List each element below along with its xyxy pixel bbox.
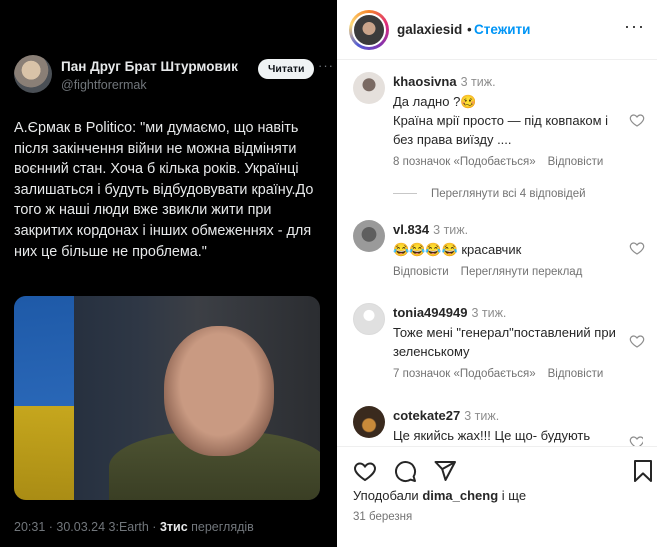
liked-by-text: Уподобали dima_cheng і ще: [353, 488, 526, 503]
comment-item: cotekate27 3 тиж. Це якийсь жах!!! Це що-…: [353, 406, 643, 446]
tweet-image: Пан Друг Брат Штурмовик @fightforermak Ч…: [0, 0, 337, 547]
separator-dot: •: [467, 22, 472, 37]
translate-link[interactable]: Переглянути переклад: [461, 266, 583, 278]
comment-avatar[interactable]: [353, 220, 385, 252]
comment-actions: 7 позначок «Подобається» Відповісти: [393, 365, 623, 384]
flag-blue-stripe: [14, 296, 74, 406]
tweet-meta-time: 20:31 · 30.03.24 3:Earth ·: [14, 520, 160, 534]
post-date[interactable]: 31 березня: [353, 511, 412, 523]
comment-username[interactable]: khaosivna: [393, 74, 457, 89]
tweet-avatar: [14, 55, 52, 93]
tweet-photo: [14, 296, 320, 500]
comment-time[interactable]: 3 тиж.: [464, 409, 499, 423]
tweet-text: А.Єрмак в Politico: "ми думаємо, що наві…: [14, 120, 314, 260]
comment-text: Тоже мені "генерал"поставлений при зелен…: [393, 325, 616, 359]
comment-actions: 8 позначок «Подобається» Відповісти: [393, 153, 623, 172]
post-panel: galaxiesid • Стежити ··· khaosivna 3 тиж.…: [337, 0, 657, 547]
liked-by-prefix: Уподобали: [353, 488, 423, 503]
photo-person-head: [164, 326, 274, 456]
view-replies-label[interactable]: Переглянути всі 4 відповідей: [431, 188, 586, 200]
flag-yellow-stripe: [14, 406, 74, 500]
comment-avatar[interactable]: [353, 72, 385, 104]
post-author-username[interactable]: galaxiesid: [397, 22, 462, 37]
view-replies-link[interactable]: Переглянути всі 4 відповідей: [393, 188, 586, 200]
bookmark-icon[interactable]: [631, 459, 655, 483]
comment-text: Да ладно ?🥴 Країна мрії просто — під ков…: [393, 94, 609, 147]
comment-avatar[interactable]: [353, 303, 385, 335]
post-header: galaxiesid • Стежити ···: [337, 0, 657, 60]
comment-likes[interactable]: 8 позначок «Подобається»: [393, 156, 536, 168]
tweet-views-count: 3тис: [159, 520, 188, 534]
comment-time[interactable]: 3 тиж.: [471, 306, 506, 320]
like-heart-icon[interactable]: [629, 434, 643, 446]
tweet-follow-button: Читати: [258, 59, 315, 79]
tweet-more-icon: ···: [318, 58, 334, 73]
tweet-views-label: переглядів: [187, 520, 254, 534]
comment-username[interactable]: vl.834: [393, 222, 429, 237]
comment-avatar[interactable]: [353, 406, 385, 438]
like-heart-icon[interactable]: [353, 459, 377, 483]
tweet-header: Пан Друг Брат Штурмовик @fightforermak Ч…: [14, 55, 333, 97]
reply-button[interactable]: Відповісти: [393, 266, 449, 278]
comment-time[interactable]: 3 тиж.: [433, 223, 468, 237]
follow-button[interactable]: Стежити: [474, 22, 530, 37]
comment-body: vl.834 3 тиж. 😂😂😂😂 красавчик Відповісти Пе…: [393, 220, 623, 282]
comment-body: tonia494949 3 тиж. Тоже мені "генерал"пос…: [393, 303, 623, 384]
tweet-meta: 20:31 · 30.03.24 3:Earth · 3тис перегляд…: [14, 520, 254, 534]
like-heart-icon[interactable]: [629, 333, 645, 349]
post-author-avatar[interactable]: [349, 10, 389, 50]
comment-actions: Відповісти Переглянути переклад: [393, 263, 623, 282]
liked-by-suffix[interactable]: і ще: [498, 488, 526, 503]
liked-by-user[interactable]: dima_cheng: [422, 488, 498, 503]
comment-likes[interactable]: 7 позначок «Подобається»: [393, 368, 536, 380]
comment-text: 😂😂😂😂 красавчик: [393, 242, 522, 257]
replies-divider: [393, 193, 417, 195]
comment-text: Це якийсь жах!!! Це що- будують: [393, 428, 591, 443]
comment-username[interactable]: cotekate27: [393, 408, 460, 423]
comment-body: khaosivna 3 тиж. Да ладно ?🥴 Країна мрії …: [393, 72, 623, 172]
comment-time[interactable]: 3 тиж.: [461, 75, 496, 89]
reply-button[interactable]: Відповісти: [548, 156, 604, 168]
like-heart-icon[interactable]: [629, 112, 645, 128]
share-send-icon[interactable]: [433, 459, 457, 483]
more-options-icon[interactable]: ···: [624, 16, 645, 37]
avatar: [352, 13, 386, 47]
like-heart-icon[interactable]: [629, 240, 645, 256]
tweet-author-handle: @fightforermak: [61, 78, 147, 92]
comment-body: cotekate27 3 тиж. Це якийсь жах!!! Це що-…: [393, 406, 623, 445]
comment-bubble-icon[interactable]: [393, 459, 417, 483]
comment-username[interactable]: tonia494949: [393, 305, 467, 320]
tweet-author-name: Пан Друг Брат Штурмовик: [61, 59, 238, 74]
reply-button[interactable]: Відповісти: [548, 368, 604, 380]
